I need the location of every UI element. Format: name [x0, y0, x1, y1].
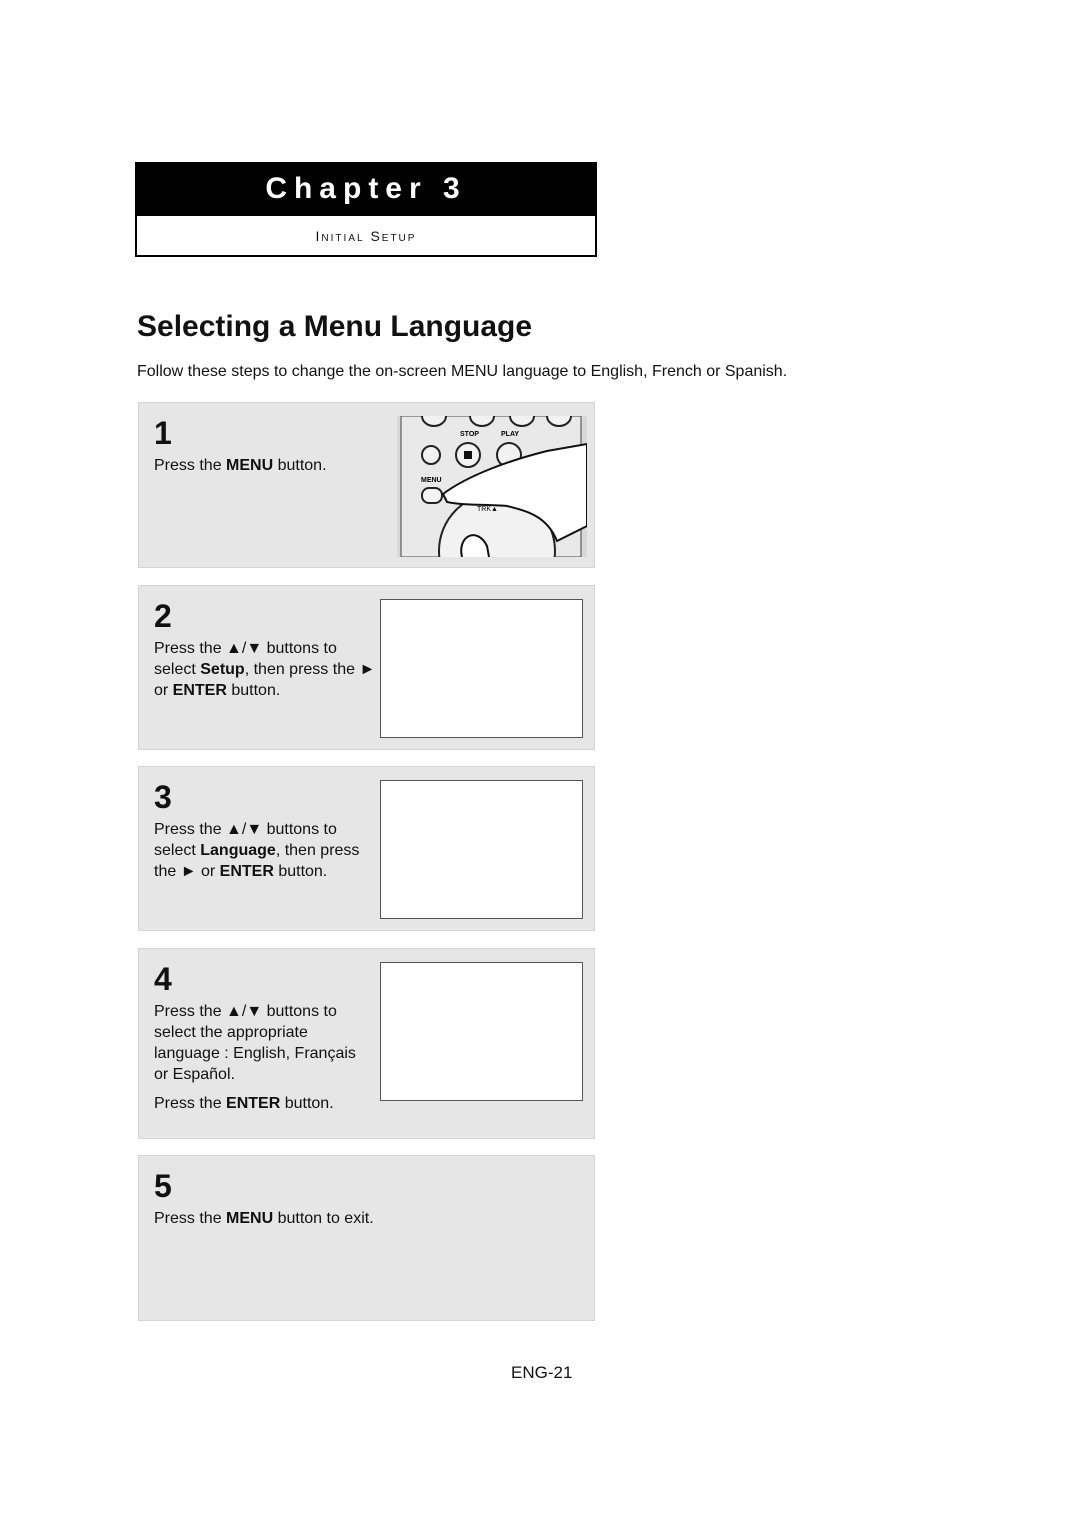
step-instructions: Press the ▲/▼ buttons to select the appr… — [154, 1001, 382, 1114]
text: button. — [273, 457, 327, 474]
page-title: Selecting a Menu Language — [137, 310, 533, 343]
text: language : English, Français — [154, 1045, 356, 1062]
menu-label: MENU — [421, 477, 442, 484]
text: Press the ▲/▼ buttons to — [154, 821, 337, 838]
chapter-header: Chapter 3 Initial Setup — [135, 162, 597, 257]
page-number: ENG-21 — [511, 1363, 573, 1382]
step-1: 1 Press the MENU button. STOP PLAY MENU … — [138, 402, 595, 568]
enter-keyword: ENTER — [172, 682, 227, 699]
chapter-subtitle: Initial Setup — [315, 228, 417, 244]
step-instructions: Press the MENU button. — [154, 455, 382, 476]
text: or Español. — [154, 1066, 235, 1083]
text: , then press — [275, 842, 360, 859]
menu-keyword: MENU — [226, 457, 274, 474]
stop-label: STOP — [460, 431, 479, 438]
text: Press the ▲/▼ buttons to — [154, 1003, 337, 1020]
step-number: 5 — [154, 1168, 172, 1204]
text: Press the ▲/▼ buttons to — [154, 640, 337, 657]
language-keyword: Language — [200, 842, 276, 859]
text: Press the — [154, 457, 227, 474]
remote-menu-illustration: STOP PLAY MENU TRK▲ — [397, 416, 587, 557]
text: Press the — [154, 1210, 227, 1227]
step-4: 4 Press the ▲/▼ buttons to select the ap… — [138, 948, 595, 1139]
trk-label: TRK▲ — [477, 506, 498, 513]
manual-page: Chapter 3 Initial Setup Selecting a Menu… — [0, 0, 1080, 1528]
step-number: 3 — [154, 779, 172, 815]
intro-text: Follow these steps to change the on-scre… — [137, 363, 788, 380]
text: button. — [226, 682, 281, 699]
play-label: PLAY — [501, 431, 519, 438]
menu-keyword: MENU — [226, 1210, 274, 1227]
text: button to exit. — [273, 1210, 374, 1227]
text: select the appropriate — [154, 1024, 308, 1041]
text: select — [154, 842, 201, 859]
text: select — [154, 661, 201, 678]
step-number: 1 — [154, 415, 172, 451]
screen-placeholder — [380, 962, 583, 1101]
enter-keyword: ENTER — [226, 1095, 281, 1112]
screen-placeholder — [380, 599, 583, 738]
enter-keyword: ENTER — [219, 863, 274, 880]
step-instructions: Press the ▲/▼ buttons to select Language… — [154, 819, 382, 882]
text: button. — [273, 863, 328, 880]
step-instructions: Press the MENU button to exit. — [154, 1208, 454, 1229]
step-instructions: Press the ▲/▼ buttons to select Setup, t… — [154, 638, 382, 701]
screen-placeholder — [380, 780, 583, 919]
step-number: 4 — [154, 961, 172, 997]
step-3: 3 Press the ▲/▼ buttons to select Langua… — [138, 766, 595, 931]
text: the ► or — [154, 863, 220, 880]
step-number: 2 — [154, 598, 172, 634]
text: , then press the ► — [244, 661, 376, 678]
step-2: 2 Press the ▲/▼ buttons to select Setup,… — [138, 585, 595, 750]
chapter-title: Chapter 3 — [137, 164, 595, 216]
text: Press the — [154, 1095, 227, 1112]
text: button. — [280, 1095, 334, 1112]
step-5: 5 Press the MENU button to exit. — [138, 1155, 595, 1321]
setup-keyword: Setup — [200, 661, 245, 678]
text: or — [154, 682, 173, 699]
